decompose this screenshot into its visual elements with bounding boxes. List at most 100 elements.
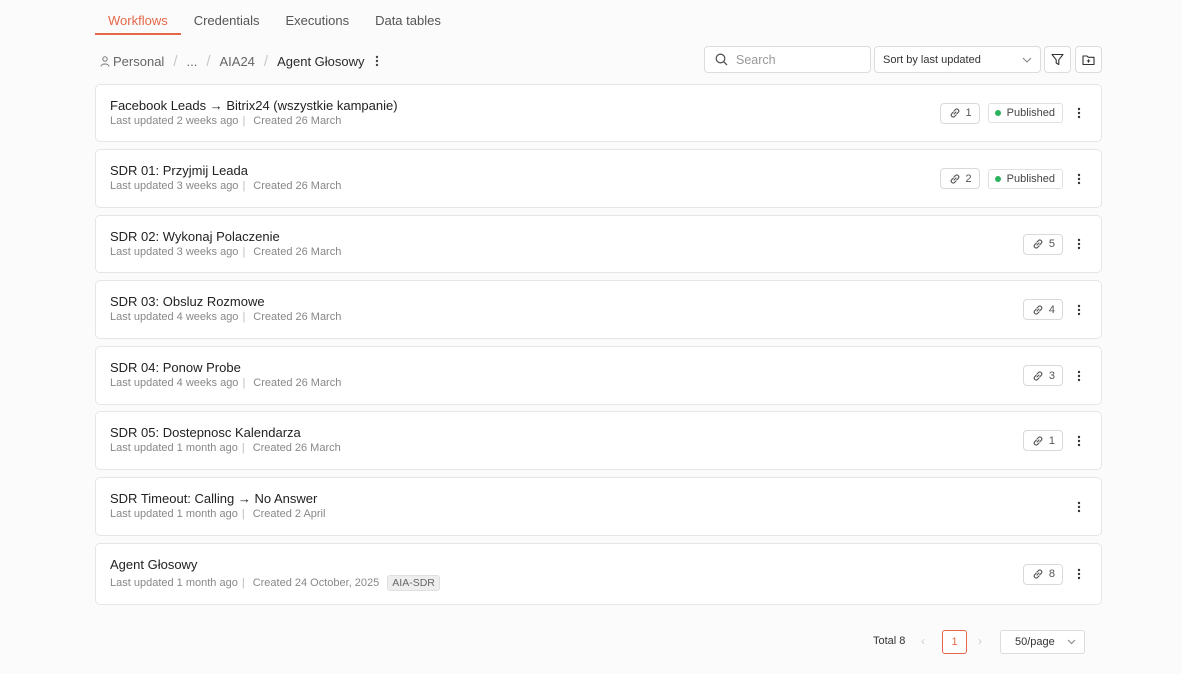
more-actions-icon[interactable] [1071, 103, 1087, 123]
workflow-created: Created 26 March [253, 311, 342, 323]
divider: | [241, 442, 245, 454]
link-icon [950, 173, 959, 184]
workflow-updated: Last updated 3 weeks ago [110, 246, 239, 258]
workflow-created: Created 26 March [252, 442, 341, 454]
breadcrumb-ellipsis[interactable]: ... [186, 54, 197, 69]
workflow-created: Created 26 March [253, 246, 342, 258]
workflow-updated: Last updated 1 month ago [110, 442, 238, 454]
links-count: 1 [965, 107, 972, 119]
links-count: 1 [1048, 434, 1055, 447]
workflow-meta: Last updated 1 month ago | Created 2 Apr… [110, 508, 325, 520]
workflow-tag[interactable]: AIA-SDR [387, 575, 440, 591]
workflow-name[interactable]: SDR 01: Przyjmij Leada [110, 163, 248, 178]
workflow-created: Created 26 March [253, 180, 342, 192]
workflow-card[interactable]: SDR 04: Ponow Probe Last updated 4 weeks… [95, 346, 1102, 405]
workflow-updated: Last updated 1 month ago [110, 508, 238, 520]
folder-plus-icon [1082, 54, 1095, 65]
search-icon [715, 53, 728, 66]
links-button[interactable]: 1 [1022, 430, 1063, 451]
search-box [704, 46, 871, 73]
workflow-meta: Last updated 2 weeks ago | Created 26 Ma… [110, 115, 341, 127]
divider: | [242, 180, 246, 192]
workflow-card[interactable]: Facebook Leads → Bitrix24 (wszystkie kam… [95, 84, 1102, 142]
links-count: 3 [1048, 369, 1055, 382]
folder-actions-icon[interactable] [375, 55, 379, 67]
chevron-down-icon [1022, 57, 1032, 63]
page-size-select[interactable]: 50/page [1000, 630, 1085, 654]
divider: | [242, 115, 246, 127]
link-icon [1033, 569, 1043, 579]
more-actions-icon[interactable] [1071, 234, 1087, 254]
links-button[interactable]: 8 [1022, 563, 1063, 585]
workflow-name[interactable]: SDR 05: Dostepnosc Kalendarza [110, 425, 301, 440]
link-icon [1033, 304, 1043, 315]
links-button[interactable]: 1 [939, 102, 980, 124]
links-button[interactable]: 5 [1022, 233, 1063, 255]
breadcrumb: Personal / ... / AIA24 / Agent Głosowy [100, 52, 379, 70]
workflow-name[interactable]: Facebook Leads → Bitrix24 (wszystkie kam… [110, 98, 398, 113]
total-count: Total 8 [873, 635, 906, 647]
link-icon [1033, 370, 1043, 381]
divider: | [241, 577, 245, 589]
workflow-card[interactable]: SDR Timeout: Calling → No Answer Last up… [95, 477, 1102, 536]
workflow-name[interactable]: SDR 04: Ponow Probe [110, 360, 241, 375]
link-icon [1033, 435, 1043, 446]
links-button[interactable]: 3 [1022, 365, 1063, 386]
chevron-right-icon[interactable]: › [978, 634, 982, 648]
workflow-card[interactable]: Agent Głosowy Last updated 1 month ago |… [95, 543, 1102, 605]
filter-button[interactable] [1044, 46, 1071, 73]
divider: | [241, 508, 245, 520]
breadcrumb-personal-label: Personal [113, 53, 165, 69]
workflow-name[interactable]: SDR 02: Wykonaj Polaczenie [110, 229, 280, 244]
workflow-updated: Last updated 4 weeks ago [110, 311, 239, 323]
tab-executions[interactable]: Executions [272, 9, 362, 35]
page-size-label: 50/page [1015, 636, 1055, 648]
sort-select[interactable]: Sort by last updated [874, 46, 1041, 73]
status-dot [994, 110, 1001, 116]
breadcrumb-separator: / [263, 52, 269, 70]
links-count: 8 [1048, 568, 1055, 580]
status-badge: Published [987, 103, 1063, 123]
divider: | [242, 246, 246, 258]
tab-workflows[interactable]: Workflows [95, 9, 181, 35]
chevron-left-icon[interactable]: ‹ [921, 634, 925, 648]
page-button-current[interactable]: 1 [942, 630, 967, 654]
workflow-card[interactable]: SDR 05: Dostepnosc Kalendarza Last updat… [95, 411, 1102, 470]
person-icon [100, 55, 110, 67]
workflow-updated: Last updated 3 weeks ago [110, 180, 239, 192]
top-tabs: Workflows Credentials Executions Data ta… [95, 9, 454, 35]
workflow-created: Created 24 October, 2025 [252, 577, 380, 589]
workflow-name[interactable]: SDR 03: Obsluz Rozmowe [110, 294, 265, 309]
workflow-meta: Last updated 4 weeks ago | Created 26 Ma… [110, 311, 341, 323]
status-dot [994, 175, 1001, 182]
link-icon [950, 108, 959, 118]
more-actions-icon[interactable] [1071, 497, 1087, 517]
workflow-updated: Last updated 4 weeks ago [110, 377, 239, 389]
more-actions-icon[interactable] [1071, 366, 1087, 386]
tab-data-tables[interactable]: Data tables [362, 9, 454, 35]
new-folder-button[interactable] [1075, 46, 1102, 73]
sort-label: Sort by last updated [883, 53, 981, 66]
links-button[interactable]: 4 [1022, 299, 1063, 320]
links-count: 4 [1048, 303, 1055, 316]
more-actions-icon[interactable] [1071, 431, 1087, 451]
more-actions-icon[interactable] [1071, 564, 1087, 584]
breadcrumb-current: Agent Głosowy [277, 53, 365, 69]
status-label: Published [1006, 107, 1055, 119]
workflow-name[interactable]: SDR Timeout: Calling → No Answer [110, 491, 317, 506]
more-actions-icon[interactable] [1071, 169, 1087, 189]
tab-credentials[interactable]: Credentials [181, 9, 273, 35]
search-input[interactable] [736, 52, 856, 67]
workflow-card[interactable]: SDR 01: Przyjmij Leada Last updated 3 we… [95, 149, 1102, 208]
workflow-name[interactable]: Agent Głosowy [110, 557, 197, 572]
chevron-down-icon [1067, 639, 1076, 645]
breadcrumb-folder[interactable]: AIA24 [220, 54, 255, 69]
breadcrumb-personal[interactable]: Personal [100, 54, 164, 69]
links-button[interactable]: 2 [939, 168, 980, 189]
workflow-card[interactable]: SDR 02: Wykonaj Polaczenie Last updated … [95, 215, 1102, 273]
workflow-meta: Last updated 4 weeks ago | Created 26 Ma… [110, 377, 341, 389]
more-actions-icon[interactable] [1071, 300, 1087, 320]
filter-icon [1051, 53, 1064, 66]
workflow-card[interactable]: SDR 03: Obsluz Rozmowe Last updated 4 we… [95, 280, 1102, 339]
divider: | [242, 377, 246, 389]
